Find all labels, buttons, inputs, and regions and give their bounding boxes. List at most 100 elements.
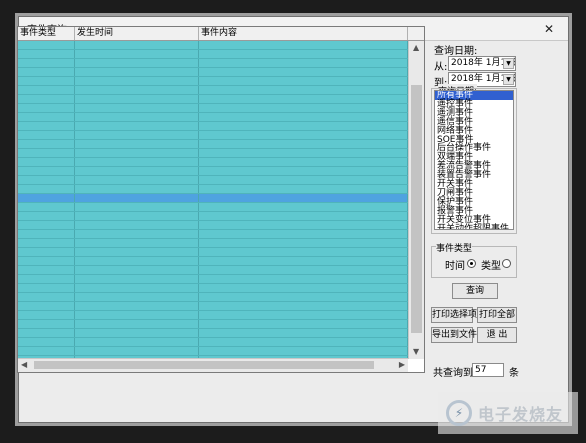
table-row[interactable] — [18, 347, 408, 356]
table-cell — [75, 59, 199, 67]
radio-time[interactable] — [467, 259, 476, 268]
table-row[interactable] — [18, 185, 408, 194]
table-row[interactable] — [18, 248, 408, 257]
table-cell — [75, 347, 199, 355]
vertical-scrollbar[interactable]: ▲ ▼ — [408, 41, 424, 359]
table-row[interactable] — [18, 104, 408, 113]
table-cell — [75, 131, 199, 139]
scroll-right-icon[interactable]: ▶ — [399, 359, 405, 371]
table-cell — [199, 266, 408, 274]
table-row[interactable] — [18, 86, 408, 95]
event-type-list[interactable]: 所有事件 遥控事件 遥测事件 遥信事件 网络事件 SOE事件 后台操作事件 双端事件 差流告警事… — [434, 90, 514, 230]
table-row[interactable] — [18, 122, 408, 131]
table-row[interactable] — [18, 230, 408, 239]
table-cell — [199, 221, 408, 229]
table-cell — [75, 239, 199, 247]
table-row[interactable] — [18, 50, 408, 59]
horizontal-scroll-thumb[interactable] — [34, 361, 374, 369]
date-label: 查询日期: — [434, 46, 478, 57]
table-row[interactable] — [18, 176, 408, 185]
table-row[interactable] — [18, 95, 408, 104]
table-cell — [199, 95, 408, 103]
calendar-dropdown-icon[interactable]: ▼ — [503, 58, 514, 69]
table-cell — [18, 221, 75, 229]
table-row[interactable] — [18, 311, 408, 320]
list-item[interactable]: 开关动作超限事件 — [435, 224, 513, 229]
table-cell — [18, 176, 75, 184]
col-event-type[interactable]: 事件类型 — [18, 27, 75, 40]
table-cell — [199, 293, 408, 301]
table-row[interactable] — [18, 284, 408, 293]
radio-type[interactable] — [502, 259, 511, 268]
table-cell — [18, 230, 75, 238]
table-cell — [75, 203, 199, 211]
table-cell — [18, 311, 75, 319]
table-cell — [199, 77, 408, 85]
table-cell — [199, 41, 408, 49]
table-row[interactable] — [18, 302, 408, 311]
table-row[interactable] — [18, 293, 408, 302]
table-cell — [18, 266, 75, 274]
close-icon[interactable]: ✕ — [538, 21, 560, 37]
table-cell — [18, 113, 75, 121]
export-button[interactable]: 导出到文件 — [431, 327, 477, 343]
table-row[interactable] — [18, 167, 408, 176]
table-cell — [75, 230, 199, 238]
table-cell — [18, 329, 75, 337]
table-cell — [75, 293, 199, 301]
table-cell — [18, 293, 75, 301]
table-row[interactable] — [18, 68, 408, 77]
table-cell — [199, 230, 408, 238]
table-row[interactable] — [18, 221, 408, 230]
event-grid[interactable]: 事件类型 发生时间 事件内容 ▲ ▼ ◀ ▶ — [17, 26, 425, 373]
table-row[interactable] — [18, 149, 408, 158]
table-row[interactable] — [18, 338, 408, 347]
table-cell — [75, 149, 199, 157]
scroll-up-icon[interactable]: ▲ — [413, 42, 419, 54]
table-cell — [75, 86, 199, 94]
col-time[interactable]: 发生时间 — [75, 27, 199, 40]
table-cell — [18, 257, 75, 265]
table-row[interactable] — [18, 212, 408, 221]
table-cell — [18, 284, 75, 292]
table-row[interactable] — [18, 203, 408, 212]
scroll-left-icon[interactable]: ◀ — [21, 359, 27, 371]
col-content[interactable]: 事件内容 — [199, 27, 408, 40]
table-row[interactable] — [18, 59, 408, 68]
grid-rows[interactable] — [18, 41, 408, 359]
from-date-input[interactable]: 2018年 1月11日 ▼ — [448, 56, 516, 71]
table-cell — [18, 122, 75, 130]
horizontal-scrollbar[interactable]: ◀ ▶ — [18, 358, 408, 372]
scroll-down-icon[interactable]: ▼ — [413, 346, 419, 358]
table-cell — [199, 158, 408, 166]
query-button[interactable]: 查询 — [452, 283, 498, 299]
table-cell — [199, 50, 408, 58]
table-row[interactable] — [18, 329, 408, 338]
table-row[interactable] — [18, 266, 408, 275]
table-cell — [199, 257, 408, 265]
table-row[interactable] — [18, 194, 408, 203]
table-row[interactable] — [18, 158, 408, 167]
table-cell — [18, 320, 75, 328]
exit-button[interactable]: 退 出 — [477, 327, 517, 343]
radio-time-label: 时间 — [445, 261, 465, 272]
vertical-scroll-thumb[interactable] — [411, 85, 422, 333]
print-all-button[interactable]: 打印全部 — [477, 307, 517, 323]
calendar-dropdown-icon[interactable]: ▼ — [503, 74, 514, 85]
table-row[interactable] — [18, 113, 408, 122]
table-row[interactable] — [18, 239, 408, 248]
table-row[interactable] — [18, 275, 408, 284]
table-row[interactable] — [18, 257, 408, 266]
table-row[interactable] — [18, 41, 408, 50]
table-cell — [75, 284, 199, 292]
table-row[interactable] — [18, 320, 408, 329]
table-row[interactable] — [18, 77, 408, 86]
table-row[interactable] — [18, 131, 408, 140]
table-cell — [75, 68, 199, 76]
table-row[interactable] — [18, 140, 408, 149]
table-cell — [199, 239, 408, 247]
table-cell — [75, 221, 199, 229]
print-selected-button[interactable]: 打印选择项 — [431, 307, 477, 323]
table-cell — [75, 167, 199, 175]
table-cell — [18, 167, 75, 175]
